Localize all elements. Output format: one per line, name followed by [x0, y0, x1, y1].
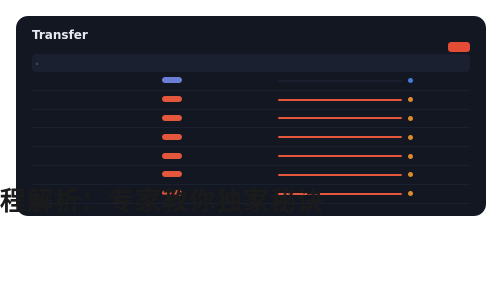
amount-bar: [278, 79, 402, 82]
row-type-cell: [158, 96, 202, 103]
type-badge: [162, 133, 182, 140]
row-status: [404, 97, 470, 103]
column-header: #: [36, 60, 39, 66]
row-type-cell: [158, 114, 202, 122]
row-type-cell: [158, 171, 202, 178]
row-status: [404, 172, 470, 178]
status-dot: [408, 172, 413, 178]
action-button[interactable]: [448, 42, 470, 52]
row-bar-cell: [270, 98, 404, 101]
banner-text: 程解析：专家教你独家秘诀: [0, 187, 325, 217]
status-dot: [408, 97, 413, 103]
row-bar-cell: [270, 136, 404, 139]
type-badge: [162, 114, 182, 121]
row-status: [404, 134, 470, 140]
row-status: [404, 78, 470, 84]
status-dot: [408, 153, 413, 159]
status-dot: [408, 78, 413, 84]
table-row[interactable]: [32, 128, 470, 148]
amount-bar: [278, 98, 402, 101]
table-header: #: [32, 54, 470, 72]
status-dot: [408, 134, 413, 140]
table-row[interactable]: [32, 72, 470, 91]
amount-bar: [278, 117, 402, 120]
row-status: [404, 115, 470, 121]
amount-bar: [278, 155, 402, 158]
table-row[interactable]: [32, 91, 470, 110]
type-badge: [162, 77, 182, 84]
type-badge: [162, 171, 182, 178]
table-row[interactable]: [32, 147, 470, 166]
row-bar-cell: [270, 155, 404, 158]
row-type-cell: [158, 152, 202, 160]
page-title: Transfer: [32, 28, 88, 42]
row-type-cell: [158, 77, 202, 84]
row-bar-cell: [270, 79, 404, 82]
amount-bar: [278, 136, 402, 139]
row-type-cell: [158, 133, 202, 141]
status-dot: [408, 115, 413, 121]
amount-bar: [278, 173, 402, 176]
type-badge: [162, 152, 182, 159]
row-bar-cell: [270, 173, 404, 176]
type-badge: [162, 96, 182, 103]
row-bar-cell: [270, 117, 404, 120]
table-row[interactable]: [32, 110, 470, 129]
row-status: [404, 153, 470, 159]
